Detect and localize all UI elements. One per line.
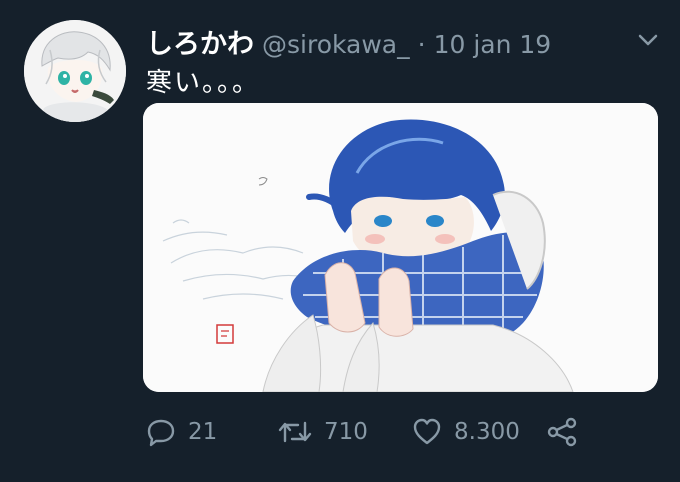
media-illustration bbox=[143, 103, 658, 392]
reply-button[interactable]: 21 bbox=[146, 410, 217, 454]
user-handle[interactable]: @sirokawa_ bbox=[262, 30, 410, 59]
chevron-down-icon bbox=[638, 34, 658, 46]
tweet-text: 寒い。。。 bbox=[146, 68, 261, 98]
like-button[interactable]: 8.300 bbox=[412, 410, 520, 454]
tweet-actions: 21 710 8.300 bbox=[146, 410, 666, 454]
avatar[interactable] bbox=[24, 20, 126, 122]
reply-icon bbox=[147, 419, 175, 447]
retweet-icon bbox=[278, 421, 312, 443]
tweet-card[interactable]: しろかわ @sirokawa_ · 10 jan 19 寒い。。。 21 710… bbox=[0, 0, 680, 482]
tweet-media[interactable] bbox=[143, 103, 658, 392]
display-name[interactable]: しろかわ bbox=[146, 22, 254, 61]
retweet-count: 710 bbox=[324, 419, 368, 445]
separator-dot: · bbox=[417, 30, 426, 59]
timestamp[interactable]: 10 jan 19 bbox=[434, 30, 552, 59]
retweet-button[interactable]: 710 bbox=[278, 410, 368, 454]
more-options-button[interactable] bbox=[636, 28, 660, 52]
like-count: 8.300 bbox=[454, 419, 520, 445]
heart-icon bbox=[413, 418, 441, 445]
reply-count: 21 bbox=[188, 419, 218, 445]
tweet-header: しろかわ @sirokawa_ · 10 jan 19 bbox=[146, 22, 552, 60]
share-icon bbox=[547, 417, 577, 447]
share-button[interactable] bbox=[546, 410, 590, 454]
avatar-illustration bbox=[24, 20, 126, 122]
